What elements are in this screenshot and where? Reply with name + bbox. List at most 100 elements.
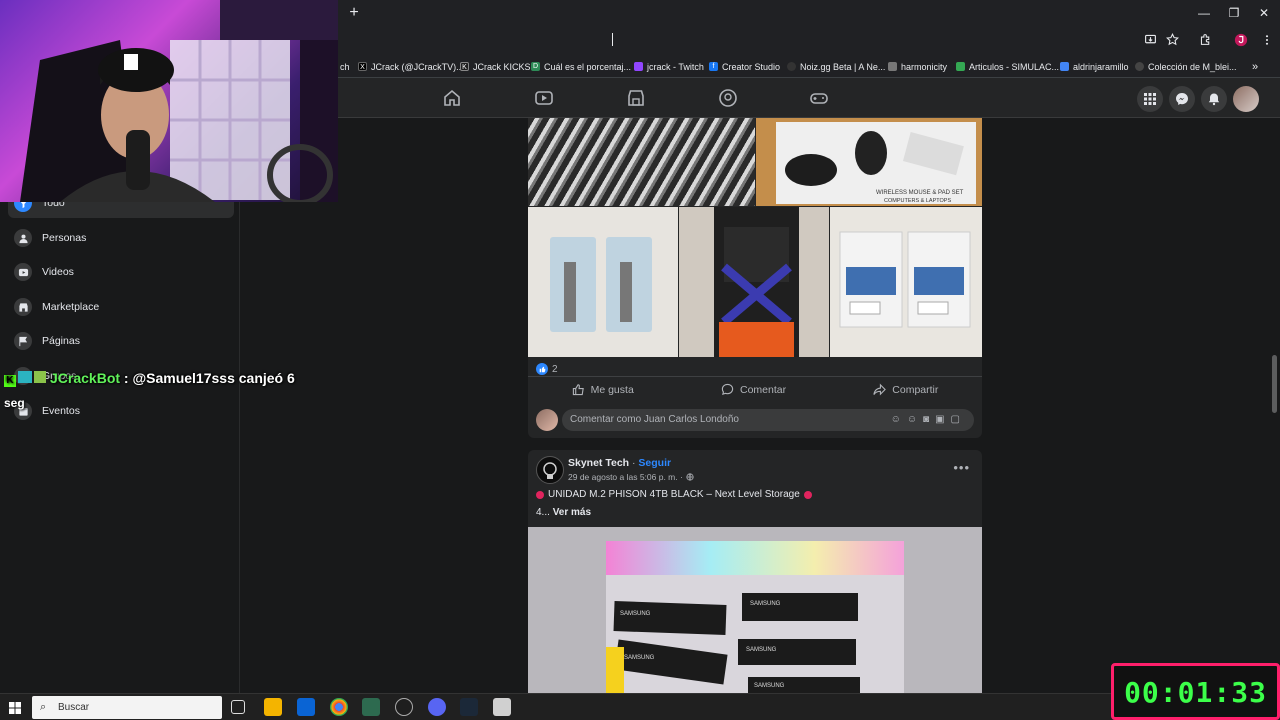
search-placeholder: Buscar xyxy=(58,702,90,713)
sidebar-item-label: Videos xyxy=(42,266,74,278)
menu-kebab-icon[interactable] xyxy=(1258,33,1276,51)
bot-badge-icon xyxy=(18,371,32,383)
bookmark-item[interactable]: harmonicity xyxy=(888,59,947,74)
sidebar-item-personas[interactable]: Personas xyxy=(8,223,234,253)
bookmark-item[interactable]: f Creator Studio xyxy=(709,59,780,74)
sidebar-item-eventos[interactable]: Eventos xyxy=(8,396,234,426)
post-photo[interactable] xyxy=(528,118,755,206)
new-tab-button[interactable]: + xyxy=(346,5,362,21)
like-button[interactable]: Me gusta xyxy=(572,383,634,396)
notifications-bell-icon[interactable] xyxy=(1201,86,1227,112)
install-app-icon[interactable] xyxy=(1141,33,1159,51)
post-body-truncated: 4... xyxy=(536,507,550,518)
bookmark-item[interactable]: ch xyxy=(340,59,350,74)
reaction-summary[interactable]: 2 xyxy=(536,363,558,375)
comment-input[interactable]: Comentar como Juan Carlos Londoño ☺☺◙▣▢ xyxy=(562,409,974,431)
comment-tool-icons[interactable]: ☺☺◙▣▢ xyxy=(891,409,966,431)
sidebar-item-label: Marketplace xyxy=(42,301,100,313)
see-more-line: 4... Ver más xyxy=(536,507,591,518)
close-button[interactable]: ✕ xyxy=(1252,4,1276,22)
post-options-icon[interactable]: ••• xyxy=(953,460,970,475)
bookmark-label: Colección de M_blei... xyxy=(1148,61,1237,72)
ssd-label: SAMSUNG xyxy=(620,611,651,617)
bookmark-item[interactable]: Colección de M_blei... xyxy=(1135,59,1237,74)
profile-icon[interactable] xyxy=(1232,33,1250,51)
post-author-line: Skynet Tech · Seguir xyxy=(568,457,672,469)
extensions-icon[interactable] xyxy=(1196,33,1214,51)
share-button[interactable]: Compartir xyxy=(873,383,938,396)
bookmark-item[interactable]: Articulos - SIMULAC... xyxy=(956,59,1059,74)
post-photo[interactable]: WIRELESS MOUSE & PAD SET COMPUTERS & LAP… xyxy=(756,118,982,206)
groups-icon[interactable] xyxy=(718,88,738,108)
bookmark-item[interactable]: K JCrack KICKS xyxy=(460,59,531,74)
shop-icon xyxy=(14,298,32,316)
like-reaction-icon xyxy=(536,363,548,375)
bookmark-item[interactable]: Noiz.gg Beta | A Ne... xyxy=(787,59,885,74)
kick-badge-icon: K xyxy=(4,375,16,387)
windows-start-icon[interactable] xyxy=(9,701,21,714)
page-scrollbar-thumb[interactable] xyxy=(1272,355,1277,413)
post-photo[interactable] xyxy=(528,207,678,357)
steam-icon[interactable] xyxy=(460,698,478,716)
text-cursor-icon xyxy=(612,33,613,46)
webcam-feed-image xyxy=(20,0,338,202)
bookmark-item[interactable]: D Cuál es el porcentaj... xyxy=(531,59,631,74)
post-photo[interactable] xyxy=(679,207,829,357)
task-view-icon[interactable] xyxy=(231,700,245,714)
outlook-icon[interactable] xyxy=(297,698,315,716)
account-avatar[interactable] xyxy=(1233,86,1259,112)
bookmarks-overflow-button[interactable]: » xyxy=(1252,59,1258,74)
page-favicon-icon xyxy=(888,62,897,71)
x-logo-icon: X xyxy=(358,62,367,71)
sidebar-item-paginas[interactable]: Páginas xyxy=(8,326,234,356)
github-icon[interactable] xyxy=(395,698,413,716)
apps-menu-icon[interactable] xyxy=(1137,86,1163,112)
photo-caption: COMPUTERS & LAPTOPS xyxy=(884,198,951,204)
marketplace-icon[interactable] xyxy=(626,88,646,108)
stream-chat-message-continuation: seg xyxy=(4,396,25,410)
flag-icon xyxy=(14,332,32,350)
comment-button[interactable]: Comentar xyxy=(721,383,786,396)
post-actions: Me gusta Comentar Compartir xyxy=(528,376,982,402)
minimize-button[interactable]: — xyxy=(1192,4,1216,22)
discord-icon[interactable] xyxy=(428,698,446,716)
sidebar-item-videos[interactable]: Videos xyxy=(8,257,234,287)
reaction-count: 2 xyxy=(552,363,558,375)
post-photo[interactable] xyxy=(830,207,982,357)
sidebar-item-marketplace[interactable]: Marketplace xyxy=(8,292,234,322)
url-field[interactable] xyxy=(340,28,1135,55)
follow-button[interactable]: Seguir xyxy=(638,457,671,469)
taskbar-search-input[interactable]: ⌕ Buscar xyxy=(32,696,222,719)
page-avatar[interactable] xyxy=(536,456,564,484)
messenger-icon[interactable] xyxy=(1169,86,1195,112)
bookmark-label: JCrack (@JCrackTV)... xyxy=(371,61,464,72)
home-icon[interactable] xyxy=(442,88,462,108)
app-icon[interactable] xyxy=(493,698,511,716)
comment-placeholder: Comentar como Juan Carlos Londoño xyxy=(570,414,739,425)
globe-icon xyxy=(686,473,694,481)
star-bookmark-icon[interactable] xyxy=(1163,32,1181,51)
kick-logo-icon: K xyxy=(460,62,469,71)
bookmark-label: Cuál es el porcentaj... xyxy=(544,61,632,72)
bookmark-item[interactable]: aldrinjaramillo xyxy=(1060,59,1129,74)
file-explorer-icon[interactable] xyxy=(264,698,282,716)
chrome-icon[interactable] xyxy=(330,698,348,716)
post-photo[interactable]: SAMSUNG SAMSUNG SAMSUNG SAMSUNG SAMSUNG xyxy=(528,527,982,693)
restore-button[interactable]: ❐ xyxy=(1222,4,1246,22)
see-more-link[interactable]: Ver más xyxy=(553,507,591,518)
xbox-icon[interactable] xyxy=(362,698,380,716)
bookmark-item[interactable]: jcrack - Twitch xyxy=(634,59,704,74)
thumbs-up-icon xyxy=(572,384,584,396)
post-author[interactable]: Skynet Tech xyxy=(568,457,629,469)
bookmark-item[interactable]: X JCrack (@JCrackTV)... xyxy=(358,59,464,74)
gaming-icon[interactable] xyxy=(809,88,829,108)
comment-label: Comentar xyxy=(739,383,787,396)
stream-timer: 00:01:33 xyxy=(1124,676,1267,709)
video-icon[interactable] xyxy=(534,88,554,108)
bookmark-label: aldrinjaramillo xyxy=(1073,61,1129,72)
twitch-logo-icon xyxy=(634,62,643,71)
bookmark-label: harmonicity xyxy=(901,61,948,72)
ssd-label: SAMSUNG xyxy=(750,601,781,607)
post-date[interactable]: 29 de agosto a las 5:06 p. m. · xyxy=(568,472,683,482)
video-icon xyxy=(14,263,32,281)
